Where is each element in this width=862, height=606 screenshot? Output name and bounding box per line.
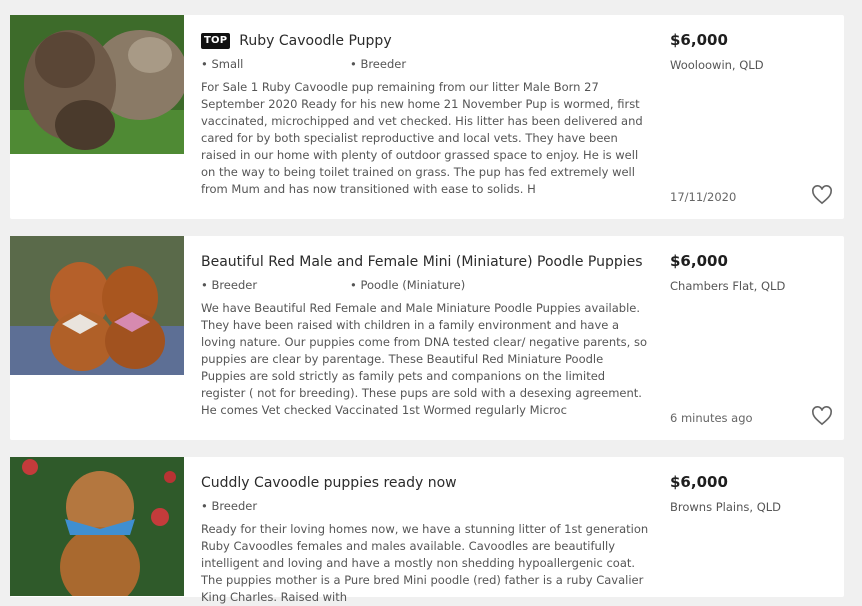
listing-photo[interactable] (10, 236, 184, 375)
listing-card[interactable]: Beautiful Red Male and Female Mini (Mini… (10, 236, 844, 440)
listing-card[interactable]: Cuddly Cavoodle puppies ready now • Bree… (10, 457, 844, 604)
heart-icon[interactable] (811, 185, 833, 205)
listing-date: 6 minutes ago (670, 411, 753, 425)
puppy-photo (10, 236, 184, 375)
listing-attribute: • Small (201, 57, 244, 71)
listing-attribute: • Breeder (201, 278, 258, 292)
listing-photo[interactable] (10, 457, 184, 596)
listing-title[interactable]: Beautiful Red Male and Female Mini (Mini… (201, 254, 643, 270)
heart-icon[interactable] (811, 406, 833, 426)
puppy-photo (10, 457, 184, 596)
listing-description: Ready for their loving homes now, we hav… (201, 522, 649, 604)
listing-description: We have Beautiful Red Female and Male Mi… (201, 301, 647, 417)
listing-attribute: • Poodle (Miniature) (350, 278, 466, 292)
puppy-photo (10, 15, 184, 154)
listing-attribute: • Breeder (350, 57, 407, 71)
listing-attribute: • Breeder (201, 499, 258, 513)
listing-date: 17/11/2020 (670, 190, 737, 204)
top-badge: TOP (201, 33, 231, 49)
listing-title[interactable]: Cuddly Cavoodle puppies ready now (201, 475, 457, 491)
listing-title[interactable]: Ruby Cavoodle Puppy (239, 33, 391, 49)
listing-price: $6,000 (670, 473, 728, 491)
listing-location: Wooloowin, QLD (670, 58, 764, 72)
listing-location: Chambers Flat, QLD (670, 279, 786, 293)
listing-location: Browns Plains, QLD (670, 500, 782, 514)
listing-description: For Sale 1 Ruby Cavoodle pup remaining f… (201, 80, 643, 196)
listing-price: $6,000 (670, 31, 728, 49)
listing-card[interactable]: TOP Ruby Cavoodle Puppy • Small • Breede… (10, 15, 844, 219)
listing-price: $6,000 (670, 252, 728, 270)
listing-photo[interactable] (10, 15, 184, 154)
